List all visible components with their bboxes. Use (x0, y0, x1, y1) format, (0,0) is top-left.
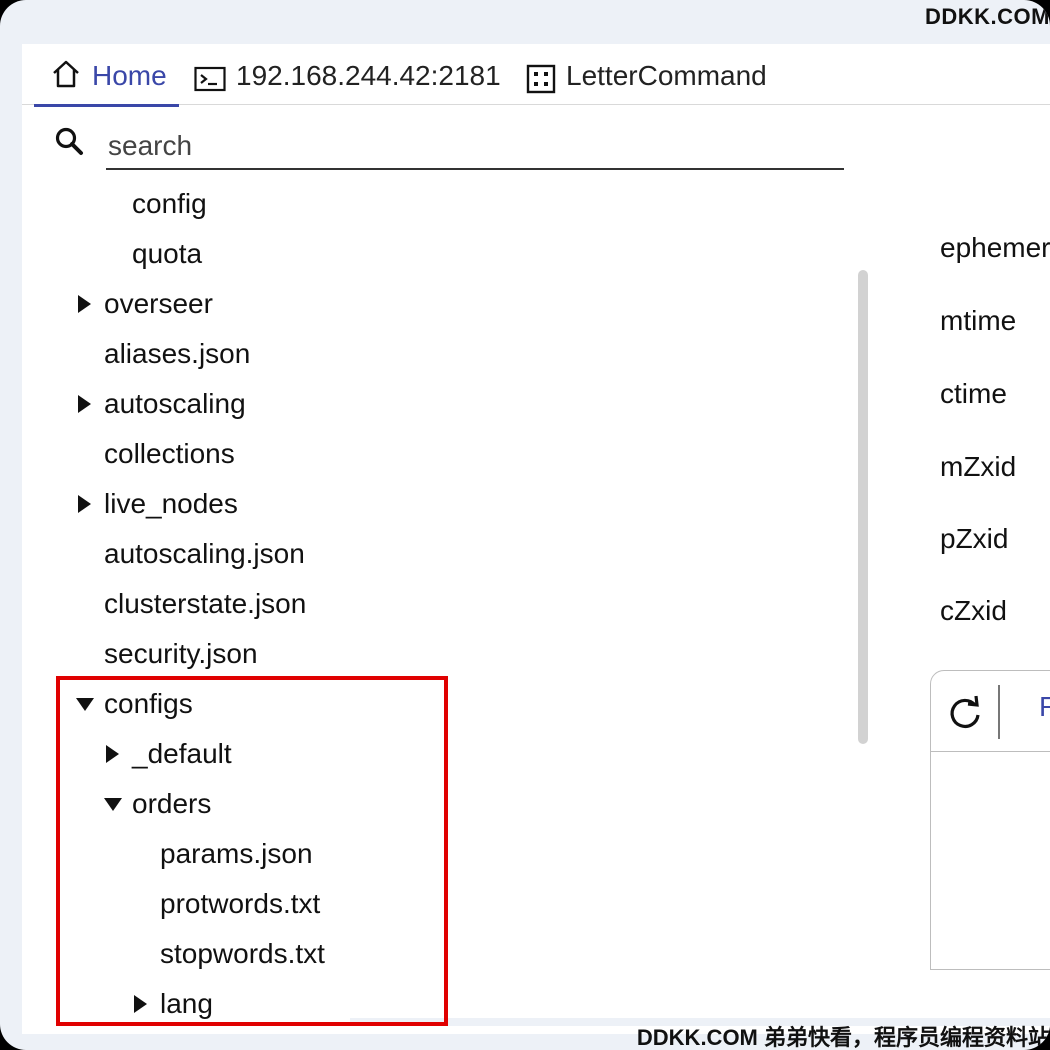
caret-down-icon[interactable] (104, 784, 132, 824)
tab-lettercommand[interactable]: LetterCommand (526, 58, 767, 104)
tree-node-label: collections (104, 438, 235, 469)
tree-node[interactable]: orders (104, 784, 211, 824)
tree-node[interactable]: live_nodes (76, 484, 238, 524)
tab-bar: Home 192.168.244.42:2181 LetterCommand (22, 44, 1050, 107)
dice-icon (526, 64, 556, 94)
refresh-icon[interactable] (945, 693, 985, 733)
tree-node-label: live_nodes (104, 488, 238, 519)
tree-node[interactable]: lang (132, 984, 213, 1024)
tree-node-label: orders (132, 788, 212, 819)
tree-node-label: _default (132, 738, 232, 769)
tree-node-label: security.json (104, 638, 258, 669)
caret-right-icon[interactable] (76, 384, 104, 424)
main-panel: Home 192.168.244.42:2181 LetterCommand s… (22, 44, 1050, 1034)
tab-label: Home (92, 60, 167, 91)
caret-right-icon[interactable] (76, 484, 104, 524)
prop-mzxid: mZxid (940, 451, 1017, 482)
prop-ephemeral: ephemera (940, 232, 1050, 263)
tree-node[interactable]: quota (132, 234, 202, 274)
detail-toolbar-button[interactable]: R (1039, 691, 1050, 723)
node-detail-panel: R (930, 670, 1050, 970)
toolbar-divider (998, 685, 1000, 739)
prop-pzxid: pZxid (940, 523, 1009, 554)
tree-node-label: autoscaling.json (104, 538, 305, 569)
tab-home[interactable]: Home (34, 58, 179, 107)
tree-node-label: overseer (104, 288, 213, 319)
tree-node[interactable]: overseer (76, 284, 213, 324)
tree-node-label: autoscaling (104, 388, 246, 419)
tree-node-label: aliases.json (104, 338, 251, 369)
tree-node-label: quota (132, 238, 203, 269)
prop-czxid: cZxid (940, 595, 1007, 626)
prop-mtime: mtime (940, 305, 1017, 336)
search-input[interactable] (106, 124, 844, 170)
caret-right-icon[interactable] (132, 984, 160, 1024)
prop-ctime: ctime (940, 378, 1007, 409)
tree-node-label: configs (104, 688, 193, 719)
tree-node[interactable]: stopwords.txt (160, 934, 325, 974)
home-icon (50, 58, 82, 90)
detail-toolbar: R (931, 671, 1050, 752)
terminal-icon (194, 66, 226, 92)
tree-node[interactable]: security.json (104, 634, 258, 674)
tree-scrollbar[interactable] (858, 270, 868, 744)
tree-node[interactable]: params.json (160, 834, 313, 874)
tree-node[interactable]: autoscaling (76, 384, 246, 424)
tree-node[interactable]: configs (76, 684, 193, 724)
caret-down-icon[interactable] (76, 684, 104, 724)
tree-node-label: params.json (160, 838, 313, 869)
tree-node-label: lang (160, 988, 213, 1019)
app-frame: DDKK.COM Home 192.168.244.42:2181 Letter (0, 0, 1050, 1050)
tree-node[interactable]: aliases.json (104, 334, 250, 374)
caret-right-icon[interactable] (104, 734, 132, 774)
tab-label: LetterCommand (566, 60, 767, 91)
tree-node-label: clusterstate.json (104, 588, 307, 619)
tree-node-label: config (132, 188, 207, 219)
tab-label: 192.168.244.42:2181 (236, 60, 501, 91)
tree-node[interactable]: clusterstate.json (104, 584, 306, 624)
tree-node-label: protwords.txt (160, 888, 321, 919)
tree-node[interactable]: protwords.txt (160, 884, 320, 924)
search-icon[interactable] (54, 126, 84, 161)
tree-node[interactable]: config (132, 184, 207, 224)
tree-node[interactable]: collections (104, 434, 235, 474)
tree-node[interactable]: autoscaling.json (104, 534, 305, 574)
caret-right-icon[interactable] (76, 284, 104, 324)
tab-connection[interactable]: 192.168.244.42:2181 (194, 58, 501, 104)
watermark-top: DDKK.COM (925, 4, 1050, 29)
tree-node-label: stopwords.txt (160, 938, 325, 969)
tree-node[interactable]: _default (104, 734, 232, 774)
watermark-bottom: DDKK.COM 弟弟快看，程序员编程资料站 (636, 1025, 1050, 1050)
